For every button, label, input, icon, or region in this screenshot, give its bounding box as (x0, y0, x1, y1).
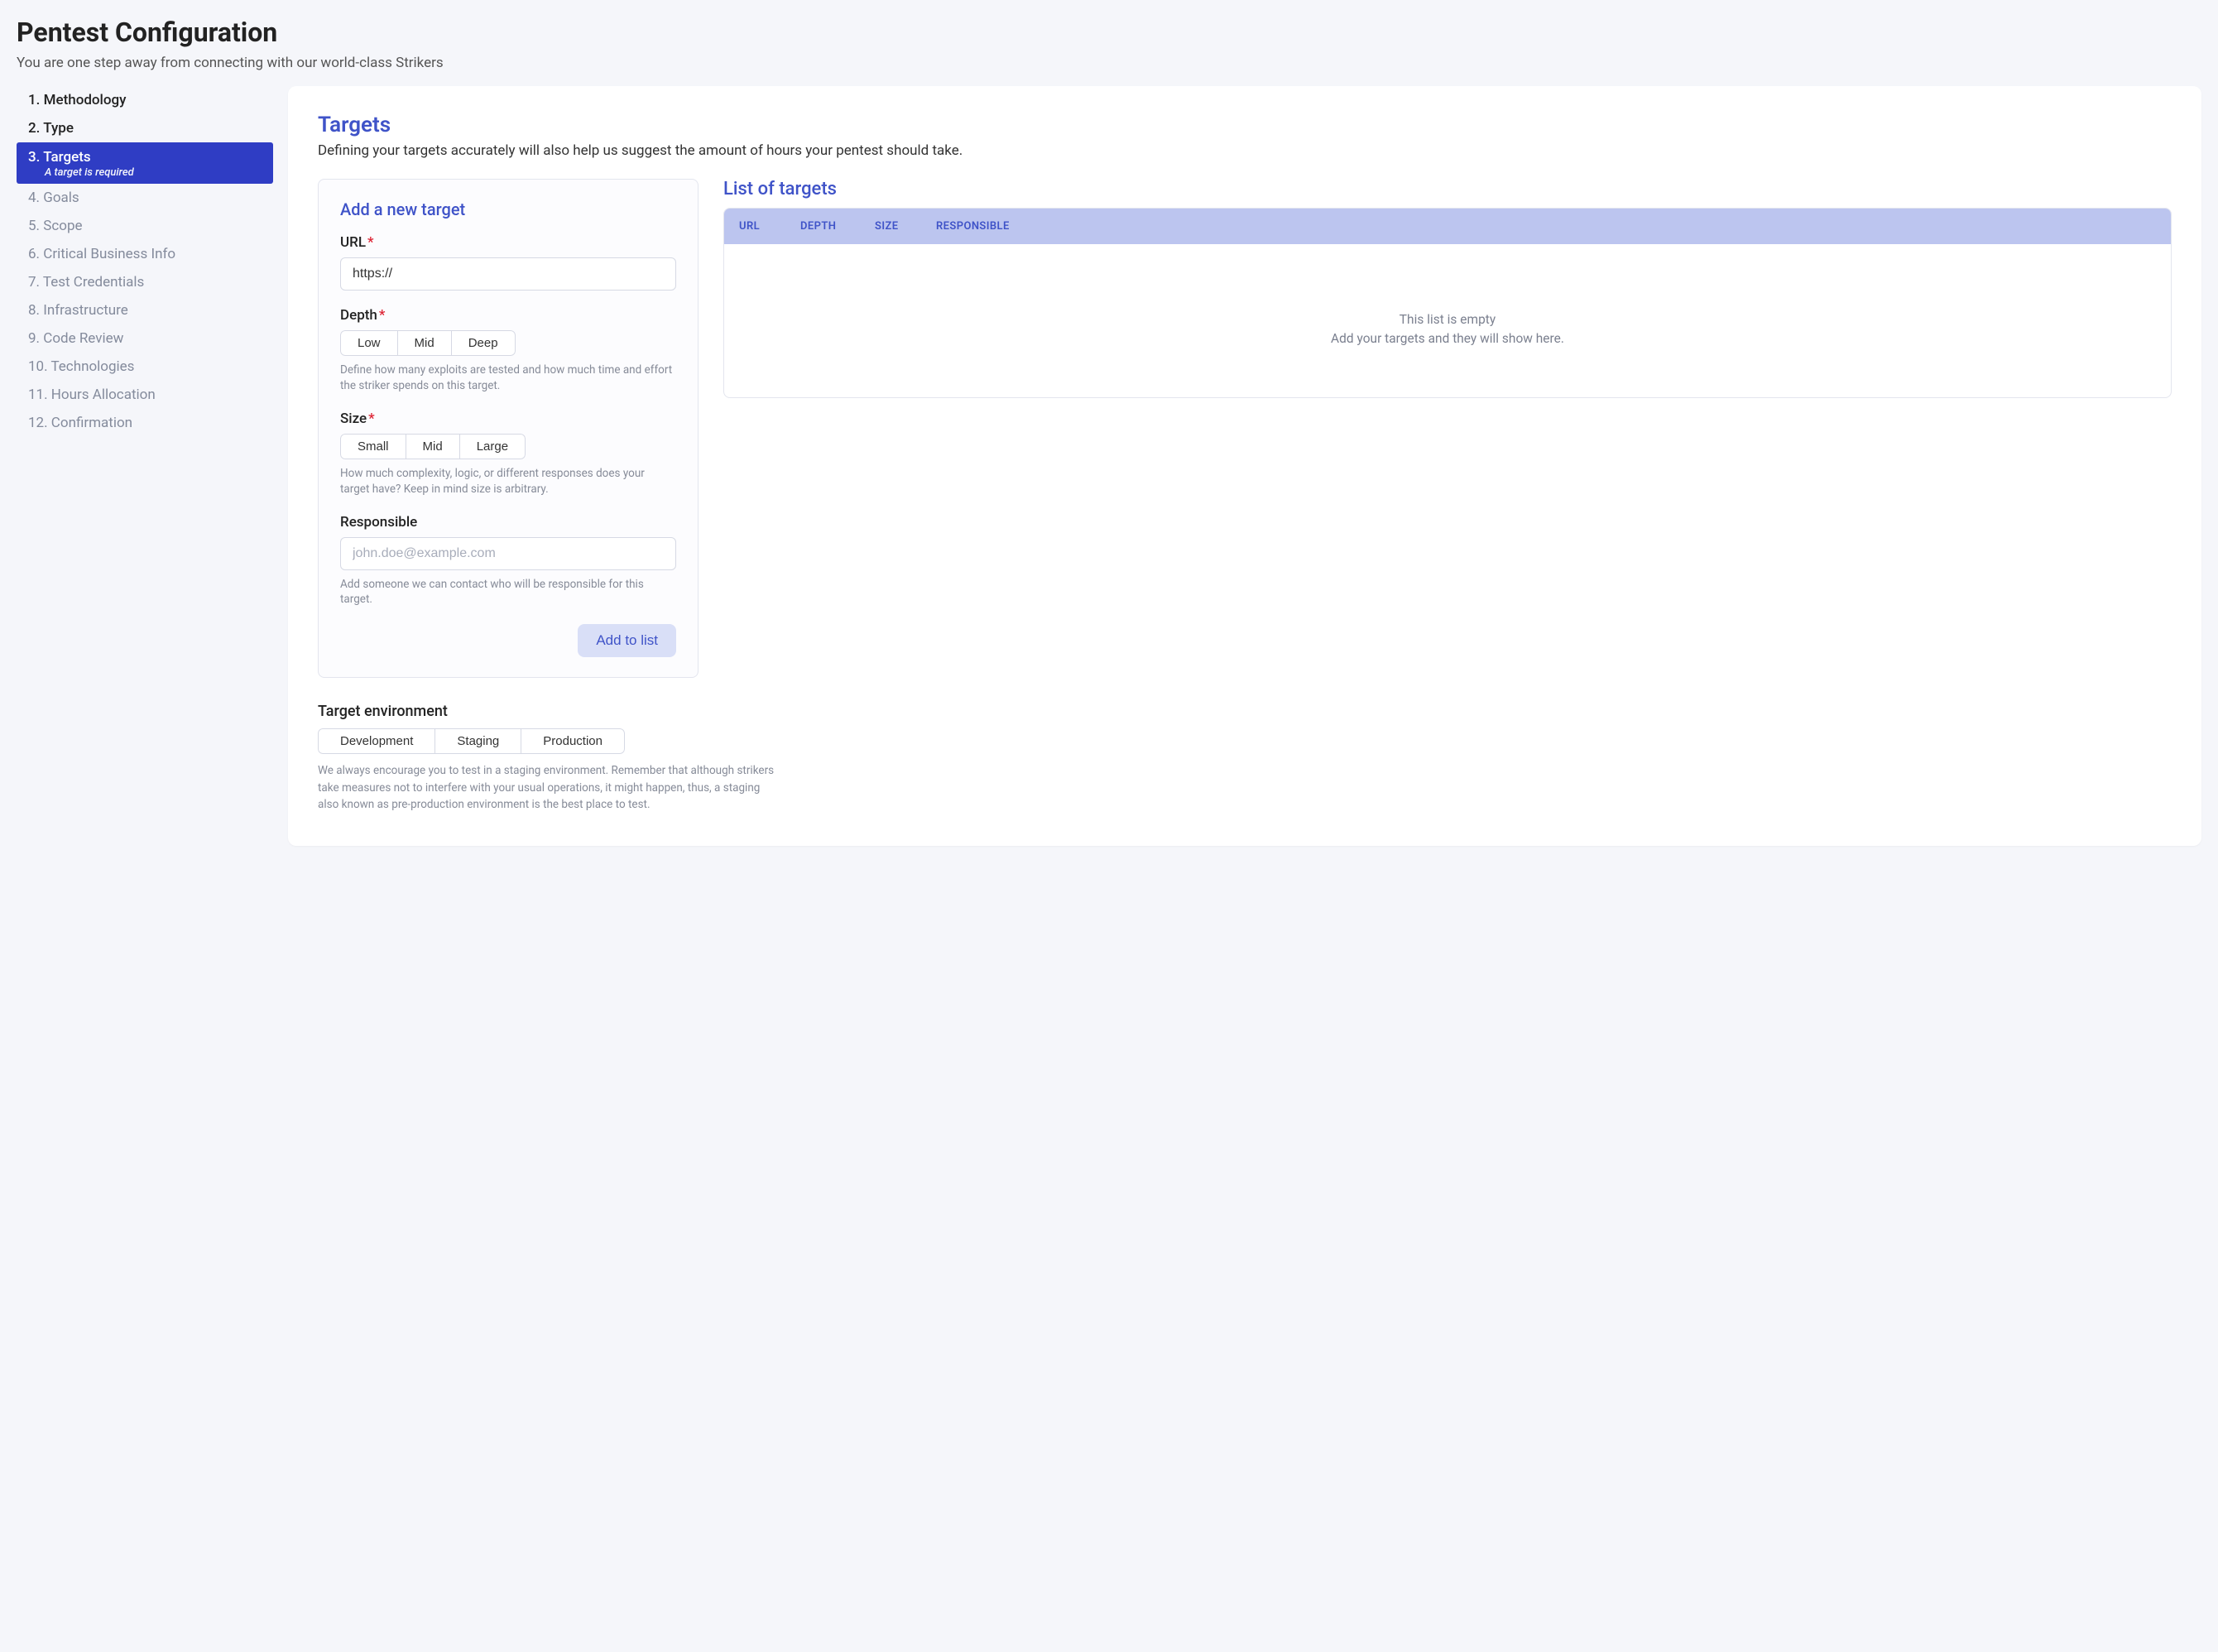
sidebar-item-test-credentials[interactable]: 7. Test Credentials (17, 268, 273, 296)
page-subtitle: You are one step away from connecting wi… (17, 55, 2201, 71)
depth-option-low[interactable]: Low (340, 330, 398, 356)
main-panel: Targets Defining your targets accurately… (288, 86, 2201, 846)
col-url: URL (739, 220, 790, 233)
col-depth: DEPTH (800, 220, 865, 233)
sidebar-item-goals[interactable]: 4. Goals (17, 184, 273, 212)
target-list-header: URL DEPTH SIZE RESPONSIBLE (724, 209, 2171, 244)
list-title: List of targets (723, 179, 2172, 199)
target-list-box: URL DEPTH SIZE RESPONSIBLE This list is … (723, 208, 2172, 398)
env-option-staging[interactable]: Staging (434, 728, 521, 754)
depth-label: Depth* (340, 307, 676, 324)
add-to-list-button[interactable]: Add to list (578, 624, 676, 657)
depth-options: Low Mid Deep (340, 330, 516, 356)
col-size: SIZE (875, 220, 926, 233)
section-title: Targets (318, 113, 2172, 137)
url-label: URL* (340, 234, 676, 251)
depth-option-mid[interactable]: Mid (397, 330, 452, 356)
sidebar-item-label: 3. Targets (28, 149, 91, 166)
size-helper: How much complexity, logic, or different… (340, 466, 676, 497)
size-option-mid[interactable]: Mid (406, 434, 460, 459)
sidebar: 1. Methodology 2. Type 3. Targets A targ… (17, 86, 273, 437)
size-options: Small Mid Large (340, 434, 526, 459)
page-title: Pentest Configuration (17, 17, 2201, 48)
sidebar-item-critical-business-info[interactable]: 6. Critical Business Info (17, 240, 273, 268)
sidebar-item-infrastructure[interactable]: 8. Infrastructure (17, 296, 273, 324)
sidebar-item-type[interactable]: 2. Type (17, 114, 273, 142)
empty-line1: This list is empty (741, 310, 2154, 329)
env-option-production[interactable]: Production (521, 728, 625, 754)
size-label: Size* (340, 411, 676, 427)
sidebar-item-technologies[interactable]: 10. Technologies (17, 353, 273, 381)
sidebar-item-sublabel: A target is required (28, 166, 262, 179)
sidebar-item-scope[interactable]: 5. Scope (17, 212, 273, 240)
add-target-form: Add a new target URL* Depth* Low Mid Dee… (318, 179, 699, 678)
target-list-panel: List of targets URL DEPTH SIZE RESPONSIB… (723, 179, 2172, 398)
environment-helper: We always encourage you to test in a sta… (318, 762, 781, 813)
form-title: Add a new target (340, 199, 676, 219)
depth-helper: Define how many exploits are tested and … (340, 363, 676, 394)
sidebar-item-methodology[interactable]: 1. Methodology (17, 86, 273, 114)
empty-state: This list is empty Add your targets and … (724, 244, 2171, 366)
size-option-small[interactable]: Small (340, 434, 406, 459)
environment-options: Development Staging Production (318, 728, 625, 754)
environment-label: Target environment (318, 703, 2172, 720)
responsible-helper: Add someone we can contact who will be r… (340, 577, 676, 608)
section-description: Defining your targets accurately will al… (318, 142, 2172, 159)
url-input[interactable] (340, 257, 676, 291)
sidebar-item-confirmation[interactable]: 12. Confirmation (17, 409, 273, 437)
sidebar-item-code-review[interactable]: 9. Code Review (17, 324, 273, 353)
responsible-input[interactable] (340, 537, 676, 570)
size-option-large[interactable]: Large (459, 434, 526, 459)
sidebar-item-targets[interactable]: 3. Targets A target is required (17, 142, 273, 184)
env-option-development[interactable]: Development (318, 728, 435, 754)
sidebar-item-hours-allocation[interactable]: 11. Hours Allocation (17, 381, 273, 409)
empty-line2: Add your targets and they will show here… (741, 329, 2154, 348)
depth-option-deep[interactable]: Deep (451, 330, 516, 356)
responsible-label: Responsible (340, 514, 676, 531)
col-responsible: RESPONSIBLE (936, 220, 2156, 233)
